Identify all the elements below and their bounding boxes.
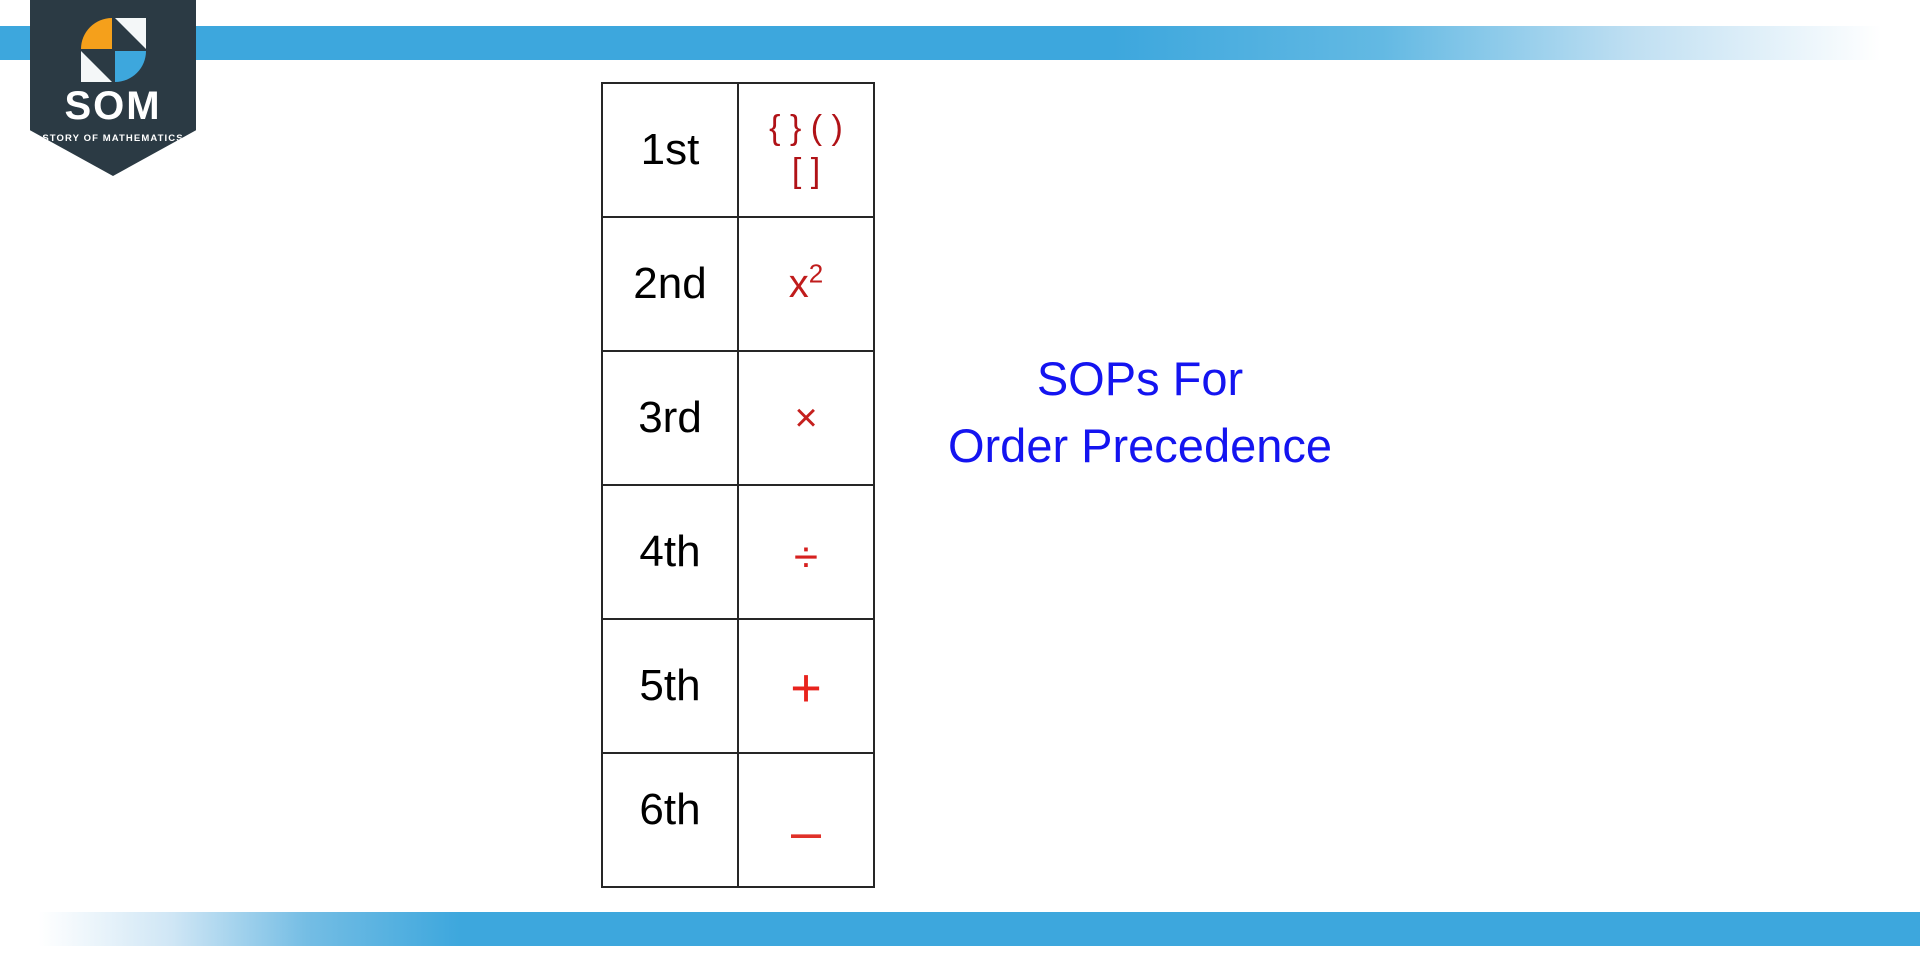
table-row: 6th – (601, 752, 875, 888)
bottom-blue-ribbon (0, 912, 1920, 946)
rank-cell-1st: 1st (601, 82, 739, 218)
plus-symbol-icon: + (790, 658, 822, 718)
top-blue-ribbon (0, 26, 1920, 60)
logo-tagline: STORY OF MATHEMATICS (42, 133, 184, 144)
table-row: 3rd × (601, 350, 875, 486)
rank-cell-5th: 5th (601, 618, 739, 754)
rank-label: 5th (639, 661, 701, 710)
division-symbol-icon: ÷ (793, 533, 819, 582)
rank-label: 2nd (633, 259, 707, 308)
table-row: 5th + (601, 618, 875, 754)
rank-cell-4th: 4th (601, 484, 739, 620)
table-row: 4th ÷ (601, 484, 875, 620)
som-logo-mark-icon (81, 18, 147, 82)
symbol-cell-subtraction: – (737, 752, 875, 888)
rank-cell-2nd: 2nd (601, 216, 739, 352)
rank-label: 4th (639, 527, 701, 576)
caption-block: SOPs For Order Precedence (880, 346, 1400, 479)
symbol-cell-multiplication: × (737, 350, 875, 486)
minus-symbol-icon: – (790, 802, 822, 862)
symbol-cell-power: x2 (737, 216, 875, 352)
rank-label: 3rd (638, 393, 702, 442)
som-logo-shield: SOM STORY OF MATHEMATICS (30, 0, 196, 176)
rank-cell-3rd: 3rd (601, 350, 739, 486)
table-row: 2nd x2 (601, 216, 875, 352)
symbol-cell-brackets: { } ( ) [ ] (737, 82, 875, 218)
symbol-cell-division: ÷ (737, 484, 875, 620)
logo-triangle-white-top-icon (115, 18, 146, 49)
order-of-operations-precedence-table: 1st { } ( ) [ ] 2nd x2 3rd × 4th ÷ 5th +… (601, 82, 875, 888)
exponent-symbol-icon: x2 (788, 260, 823, 306)
caption-line-2: Order Precedence (947, 418, 1333, 472)
multiplication-symbol-icon: × (794, 395, 818, 440)
caption-line-1: SOPs For (1036, 352, 1244, 405)
power-base: x (788, 261, 809, 306)
logo-quarter-blue-icon (115, 51, 146, 82)
rank-cell-6th: 6th (601, 752, 739, 888)
brackets-line-1: { } ( ) (769, 109, 843, 148)
table-row: 1st { } ( ) [ ] (601, 82, 875, 218)
logo-wordmark: SOM (64, 84, 162, 128)
logo-quarter-orange-icon (81, 18, 112, 49)
rank-label: 6th (639, 785, 701, 834)
power-exponent: 2 (808, 258, 824, 289)
symbol-cell-addition: + (737, 618, 875, 754)
brackets-line-2: [ ] (791, 152, 821, 190)
logo-triangle-white-bottom-icon (81, 51, 112, 82)
rank-label: 1st (640, 125, 700, 174)
brackets-symbol-icon: { } ( ) [ ] (739, 107, 873, 193)
